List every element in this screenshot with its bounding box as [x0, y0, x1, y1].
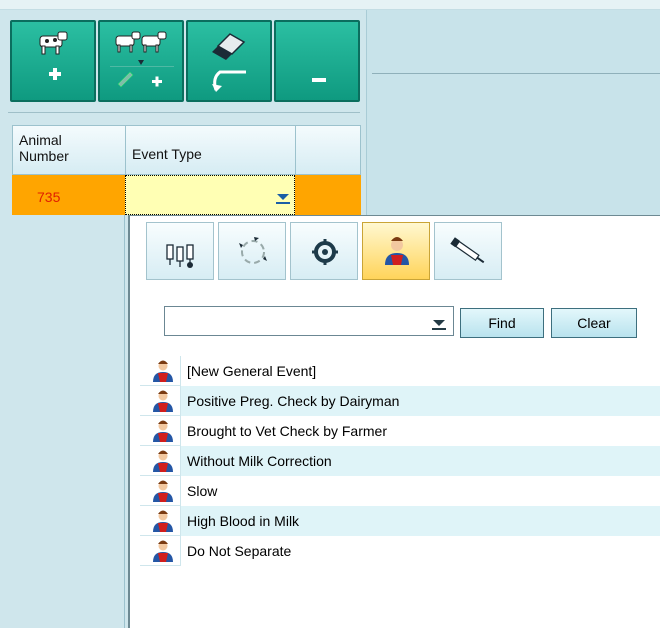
event-list: [New General Event] Positive Preg. Check … [140, 355, 660, 566]
chevron-down-icon [277, 194, 289, 200]
event-label: Do Not Separate [180, 535, 660, 566]
add-animal-button[interactable] [10, 20, 96, 102]
farmer-icon-cell [140, 536, 180, 566]
list-item[interactable]: [New General Event] [140, 355, 660, 386]
syringe-icon [450, 237, 485, 264]
milking-cups-icon [166, 244, 194, 268]
divider [372, 73, 660, 74]
right-pane [366, 10, 660, 215]
toolbar [10, 20, 360, 102]
event-label: High Blood in Milk [180, 505, 660, 536]
list-item[interactable]: Brought to Vet Check by Farmer [140, 415, 660, 446]
edit-add-animals-button[interactable] [98, 20, 184, 102]
tab-settings[interactable] [290, 222, 358, 280]
col-animal-number[interactable]: Animal Number [13, 126, 126, 174]
farmer-icon-cell [140, 476, 180, 506]
farmer-icon [153, 450, 173, 472]
dropdown-underline [276, 202, 290, 204]
list-item[interactable]: Positive Preg. Check by Dairyman [140, 385, 660, 416]
list-item[interactable]: Without Milk Correction [140, 445, 660, 476]
col-extra[interactable] [296, 126, 360, 174]
farmer-icon-cell [140, 446, 180, 476]
tab-farmer[interactable] [362, 222, 430, 280]
list-item[interactable]: High Blood in Milk [140, 505, 660, 536]
farmer-icon [153, 360, 173, 382]
farmer-icon-cell [140, 356, 180, 386]
cow-add-icon [39, 31, 68, 80]
event-label: Without Milk Correction [180, 445, 660, 476]
find-button[interactable]: Find [460, 308, 544, 338]
tab-veterinary[interactable] [434, 222, 502, 280]
farmer-icon [153, 540, 173, 562]
eraser-undo-icon [212, 33, 246, 92]
grid-body [12, 215, 125, 628]
event-type-dropdown[interactable] [125, 175, 295, 215]
farmer-icon [385, 237, 409, 265]
list-item[interactable]: Do Not Separate [140, 535, 660, 566]
cycle-arrows-icon [239, 237, 267, 264]
farmer-icon-cell [140, 386, 180, 416]
event-label: Slow [180, 475, 660, 506]
event-category-tabs [146, 222, 502, 280]
toolbar-separator [8, 112, 360, 113]
event-search-combo[interactable] [164, 306, 454, 336]
grid-header: Animal Number Event Type [12, 125, 361, 175]
dropdown-underline [432, 328, 446, 330]
list-item[interactable]: Slow [140, 475, 660, 506]
farmer-icon-cell [140, 506, 180, 536]
cows-edit-add-icon [110, 31, 174, 88]
animal-number-cell: 735 [37, 189, 61, 205]
minus-icon [312, 78, 326, 82]
tab-cycle[interactable] [218, 222, 286, 280]
farmer-icon [153, 390, 173, 412]
event-label: Brought to Vet Check by Farmer [180, 415, 660, 446]
top-strip [0, 0, 660, 10]
farmer-icon [153, 420, 173, 442]
chevron-down-icon [433, 320, 445, 326]
undo-button[interactable] [186, 20, 272, 102]
event-label: Positive Preg. Check by Dairyman [180, 385, 660, 416]
col-event-type[interactable]: Event Type [126, 126, 296, 174]
farmer-icon [153, 510, 173, 532]
event-type-popup: Find Clear [New General Event] Positive P… [128, 215, 660, 628]
clear-button[interactable]: Clear [551, 308, 637, 338]
farmer-icon [153, 480, 173, 502]
farmer-icon-cell [140, 416, 180, 446]
event-label: [New General Event] [180, 355, 660, 386]
gear-icon [312, 239, 338, 265]
table-row[interactable]: 735 [12, 175, 361, 215]
remove-button[interactable] [274, 20, 360, 102]
tab-milking[interactable] [146, 222, 214, 280]
